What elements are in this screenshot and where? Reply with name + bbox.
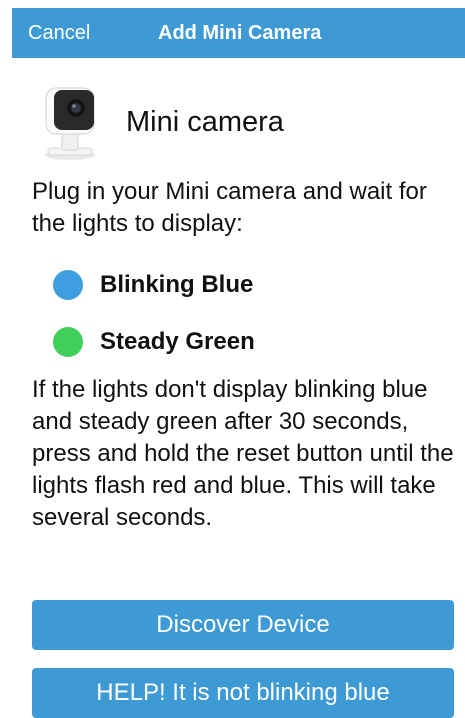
light-label: Steady Green: [100, 328, 255, 355]
device-name: Mini camera: [126, 106, 284, 138]
light-indicator-green: Steady Green: [53, 327, 433, 357]
help-text: If the lights don't display blinking blu…: [32, 376, 454, 531]
navigation-bar: Cancel Add Mini Camera: [12, 8, 465, 58]
discover-device-button[interactable]: Discover Device: [32, 600, 454, 650]
light-indicator-blue: Blinking Blue: [53, 270, 433, 300]
page-title: Add Mini Camera: [158, 22, 322, 44]
cancel-button[interactable]: Cancel: [28, 8, 90, 58]
light-label: Blinking Blue: [100, 271, 254, 298]
green-dot-icon: [53, 327, 83, 357]
help-not-blinking-button[interactable]: HELP! It is not blinking blue: [32, 668, 454, 718]
instructions-text: Plug in your Mini camera and wait for th…: [32, 178, 427, 237]
mini-camera-image: [45, 87, 95, 160]
blue-dot-icon: [53, 270, 83, 300]
device-header: Mini camera: [40, 84, 440, 164]
